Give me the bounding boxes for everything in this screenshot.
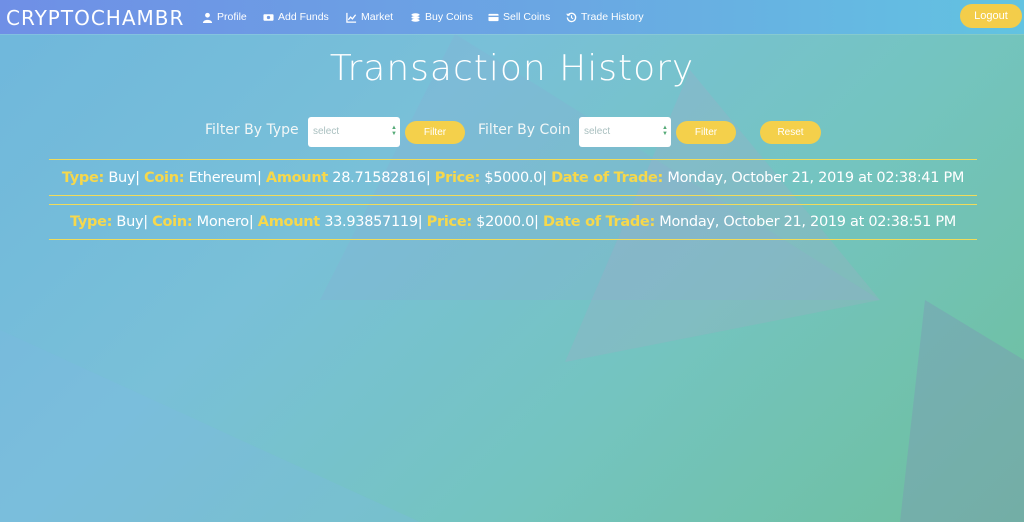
nav-sell-coins-label: Sell Coins [503,11,551,23]
filter-coin-button[interactable]: Filter [676,121,736,144]
divider [49,204,977,205]
divider [49,159,977,160]
type-key: Type: [61,170,104,186]
select-arrows-icon: ▲ ▼ [391,125,397,137]
type-key: Type: [69,214,113,230]
coins-icon [411,12,420,22]
date-key: Date of Trade: [542,214,655,230]
top-navbar: CRYPTOCHAMBR Profile Add Funds Market Bu… [0,0,1024,34]
filter-type-label: Filter By Type [205,122,299,138]
select-arrows-icon: ▲ ▼ [662,125,668,137]
nav-sell-coins[interactable]: Sell Coins [488,11,550,23]
amount-key: Amount [265,170,328,186]
nav-add-funds[interactable]: Add Funds [263,11,329,23]
nav-market[interactable]: Market [346,11,393,23]
coin-value: Ethereum [188,170,258,186]
coin-key: Coin: [144,170,185,186]
divider [49,195,977,196]
transaction-row: Type: Buy| Coin: Monero| Amount 33.93857… [69,214,957,230]
date-key: Date of Trade: [551,170,664,186]
user-icon [202,12,213,23]
reset-button[interactable]: Reset [760,121,821,144]
nav-buy-coins-label: Buy Coins [425,11,473,23]
nav-add-funds-label: Add Funds [278,11,329,23]
price-value: $5000.0 [484,170,543,186]
type-value: Buy [108,170,136,186]
transaction-row: Type: Buy| Coin: Ethereum| Amount 28.715… [61,170,965,186]
price-key: Price: [434,170,480,186]
date-value: Monday, October 21, 2019 at 02:38:51 PM [659,214,957,230]
date-value: Monday, October 21, 2019 at 02:38:41 PM [667,170,965,186]
nav-trade-history[interactable]: Trade History [566,11,644,23]
logout-button[interactable]: Logout [960,4,1022,28]
price-value: $2000.0 [476,214,535,230]
history-icon [566,12,577,22]
coin-select[interactable]: select ▲ ▼ [579,117,671,147]
coin-key: Coin: [152,214,193,230]
nav-profile[interactable]: Profile [202,11,247,23]
amount-key: Amount [257,214,320,230]
coin-value: Monero [196,214,250,230]
type-value: Buy [116,214,144,230]
amount-value: 28.71582816 [332,170,426,186]
nav-profile-label: Profile [217,11,247,23]
page-title: Transaction History [329,48,695,89]
filter-type-button[interactable]: Filter [405,121,465,144]
nav-trade-history-label: Trade History [581,11,644,23]
money-icon [263,13,274,21]
price-key: Price: [426,214,472,230]
card-icon [488,13,499,21]
divider [49,239,977,240]
brand-logo[interactable]: CRYPTOCHAMBR [6,6,184,30]
type-select[interactable]: select ▲ ▼ [308,117,400,147]
filter-coin-label: Filter By Coin [478,122,571,138]
coin-select-value: select [584,126,611,137]
nav-buy-coins[interactable]: Buy Coins [410,11,473,23]
chart-icon [346,12,357,23]
nav-market-label: Market [361,11,394,23]
amount-value: 33.93857119 [324,214,418,230]
type-select-value: select [313,126,340,137]
